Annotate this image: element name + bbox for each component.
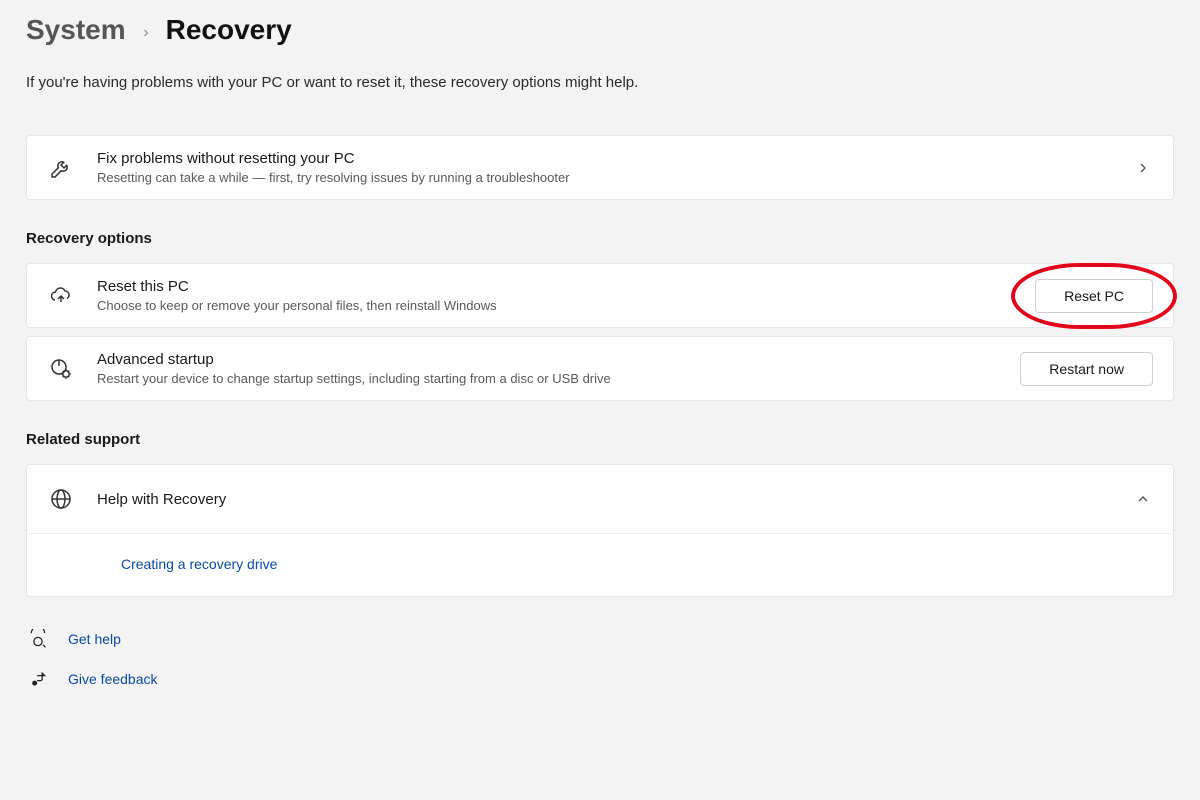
reset-this-pc-title: Reset this PC	[97, 278, 1013, 295]
page-subtitle: If you're having problems with your PC o…	[26, 74, 1174, 91]
chevron-right-icon	[1135, 160, 1153, 176]
restart-now-button[interactable]: Restart now	[1020, 352, 1153, 386]
reset-this-pc-card: Reset this PC Choose to keep or remove y…	[26, 263, 1174, 328]
help-icon	[26, 627, 50, 651]
advanced-startup-desc: Restart your device to change startup se…	[97, 371, 998, 386]
reset-pc-button[interactable]: Reset PC	[1035, 279, 1153, 313]
section-related-support: Related support	[26, 431, 1174, 448]
advanced-startup-title: Advanced startup	[97, 351, 998, 368]
section-recovery-options: Recovery options	[26, 230, 1174, 247]
help-with-recovery-title: Help with Recovery	[97, 491, 226, 508]
chevron-up-icon	[1135, 491, 1153, 507]
breadcrumb-parent-system[interactable]: System	[26, 14, 126, 46]
give-feedback-link[interactable]: Give feedback	[68, 671, 158, 687]
fix-problems-card[interactable]: Fix problems without resetting your PC R…	[26, 135, 1174, 200]
help-with-recovery-expander: Help with Recovery Creating a recovery d…	[26, 464, 1174, 597]
annotation-highlight: Reset PC	[1035, 279, 1153, 313]
cloud-reset-icon	[47, 282, 75, 310]
feedback-icon	[26, 667, 50, 691]
get-help-link[interactable]: Get help	[68, 631, 121, 647]
reset-this-pc-desc: Choose to keep or remove your personal f…	[97, 298, 1013, 313]
power-gear-icon	[47, 355, 75, 383]
wrench-icon	[47, 154, 75, 182]
advanced-startup-card: Advanced startup Restart your device to …	[26, 336, 1174, 401]
creating-recovery-drive-link[interactable]: Creating a recovery drive	[121, 556, 277, 572]
help-with-recovery-header[interactable]: Help with Recovery	[27, 465, 1173, 533]
fix-problems-desc: Resetting can take a while — first, try …	[97, 170, 1113, 185]
breadcrumb: System Recovery	[26, 14, 1174, 46]
globe-icon	[47, 485, 75, 513]
fix-problems-title: Fix problems without resetting your PC	[97, 150, 1113, 167]
footer-links: Get help Give feedback	[26, 627, 1174, 691]
page-title: Recovery	[166, 14, 292, 46]
chevron-right-icon	[140, 27, 152, 39]
